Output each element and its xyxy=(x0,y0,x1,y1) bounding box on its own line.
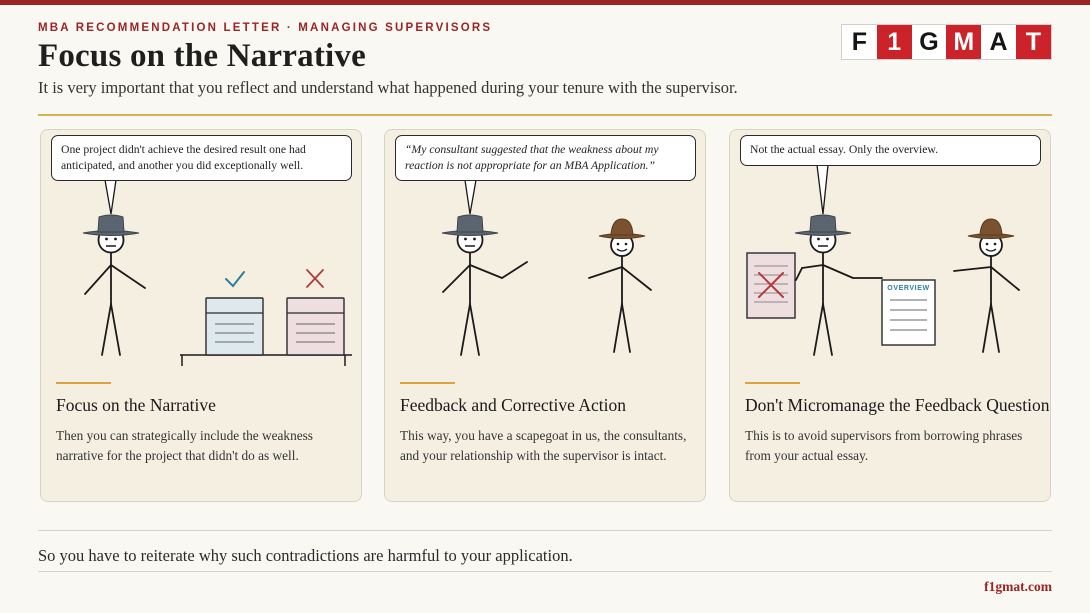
eyebrow-label: MBA RECOMMENDATION LETTER · MANAGING SUP… xyxy=(38,22,493,34)
document-icon xyxy=(205,297,264,356)
stick-figure-hat xyxy=(794,214,883,356)
crossed-document-icon xyxy=(746,252,796,319)
logo-letter: 1 xyxy=(876,25,912,59)
card-dont-micromanage: OVERVIEW Not the actual essay. Only the … xyxy=(729,129,1051,502)
card-title: Don't Micromanage the Feedback Question xyxy=(745,395,1050,415)
check-icon xyxy=(225,271,245,288)
card-title: Focus on the Narrative xyxy=(56,395,216,415)
stick-figure-hat xyxy=(441,214,528,356)
card-accent-line xyxy=(745,382,800,384)
cross-icon xyxy=(306,269,324,288)
logo-letter: M xyxy=(946,25,982,59)
document-icon xyxy=(286,297,345,356)
footer-divider-bottom xyxy=(38,571,1052,572)
card-title: Feedback and Corrective Action xyxy=(400,395,626,415)
card-body: Then you can strategically include the w… xyxy=(56,428,313,463)
summary-text: So you have to reiterate why such contra… xyxy=(38,546,573,565)
logo-letter: G xyxy=(911,25,947,59)
card-3-illustration: OVERVIEW xyxy=(746,164,1020,356)
top-accent-bar xyxy=(0,0,1090,5)
card-feedback-corrective: “My consultant suggested that the weakne… xyxy=(384,129,706,502)
stick-figure-hat xyxy=(82,214,146,356)
overview-label: OVERVIEW xyxy=(887,285,929,292)
page-subtitle: It is very important that you reflect an… xyxy=(38,78,738,97)
stick-figure-brown-hat xyxy=(953,218,1020,353)
overview-document-icon: OVERVIEW xyxy=(881,279,936,346)
speech-bubble: Not the actual essay. Only the overview. xyxy=(740,135,1041,166)
logo-letter: A xyxy=(981,25,1016,59)
card-accent-line xyxy=(400,382,455,384)
footer-link[interactable]: f1gmat.com xyxy=(984,579,1052,595)
logo-letter: F xyxy=(842,25,877,59)
f1gmat-logo[interactable]: F 1 G M A T xyxy=(841,24,1052,60)
logo-letter: T xyxy=(1015,25,1051,59)
card-body: This is to avoid supervisors from borrow… xyxy=(745,428,1023,463)
card-focus-narrative: One project didn't achieve the desired r… xyxy=(40,129,362,502)
stick-figure-brown-hat xyxy=(588,218,652,353)
card-accent-line xyxy=(56,382,111,384)
speech-bubble: One project didn't achieve the desired r… xyxy=(51,135,352,181)
page-title: Focus on the Narrative xyxy=(38,38,366,74)
footer-divider-top xyxy=(38,530,1052,531)
header-divider xyxy=(38,114,1052,116)
speech-bubble: “My consultant suggested that the weakne… xyxy=(395,135,696,181)
card-body: This way, you have a scapegoat in us, th… xyxy=(400,428,687,463)
